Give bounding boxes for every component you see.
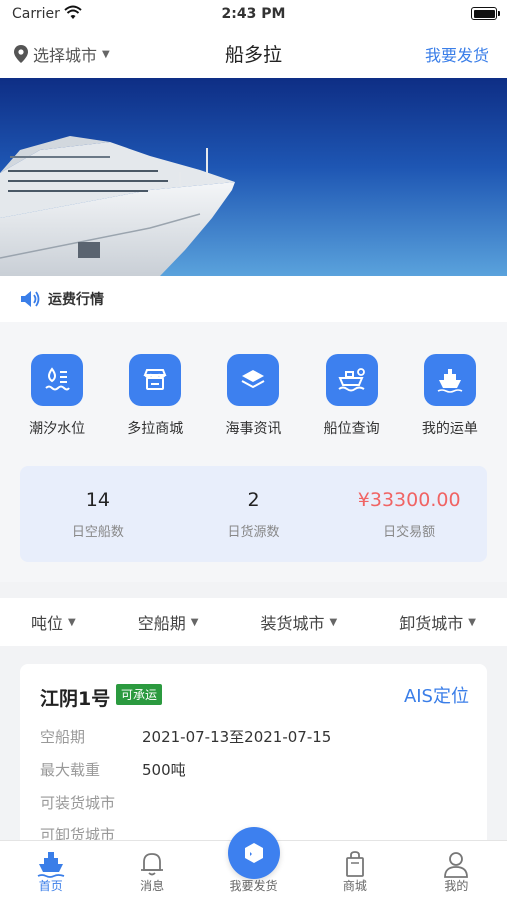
chevron-down-icon: ▼	[68, 616, 76, 628]
menu-my-waybill[interactable]: 我的运单	[405, 354, 495, 438]
freight-label: 运费行情	[48, 292, 104, 308]
stat-label: 日货源数	[227, 524, 280, 540]
chevron-down-icon: ▼	[329, 616, 338, 628]
cruise-ship-illustration	[0, 136, 235, 276]
waybill-tile	[423, 354, 476, 406]
tab-mall[interactable]: 商城	[304, 841, 405, 900]
ship-goods-fab[interactable]	[227, 827, 280, 879]
banner-cruise-ship[interactable]	[0, 78, 507, 276]
box-icon	[244, 843, 263, 863]
stat-empty-ships[interactable]: 14 日空船数	[20, 466, 176, 562]
waybill-icon	[437, 369, 463, 393]
stat-label: 日交易额	[383, 524, 436, 540]
freight-ticker[interactable]: 运费行情	[0, 276, 507, 322]
location-pin-icon	[14, 45, 28, 63]
filter-label: 吨位	[31, 614, 64, 633]
clock: 2:43 PM	[221, 6, 286, 22]
info-row-max-load: 最大载重 500吨	[40, 759, 186, 780]
stat-value: 2	[247, 488, 260, 511]
info-key: 可装货城市	[40, 794, 116, 812]
quick-menu: 潮汐水位 多拉商城 海事资讯 船位查询 我的运单	[0, 354, 507, 438]
chevron-down-icon: ▼	[102, 48, 110, 60]
status-bar: Carrier 2:43 PM	[0, 0, 507, 30]
ais-location-button[interactable]: AIS定位	[404, 682, 469, 708]
city-selector[interactable]: 选择城市 ▼	[14, 42, 110, 66]
filter-label: 装货城市	[260, 614, 325, 633]
status-badge: 可承运	[116, 684, 163, 705]
tab-profile[interactable]: 我的	[406, 841, 507, 900]
ship-name: 江阴1号	[40, 688, 111, 710]
tab-label: 首页	[38, 879, 63, 893]
tide-level-tile	[31, 354, 84, 406]
stat-label: 日空船数	[71, 524, 124, 540]
chevron-down-icon: ▼	[190, 616, 199, 628]
menu-label: 我的运单	[421, 421, 478, 437]
ship-position-tile	[325, 354, 378, 406]
chevron-down-icon: ▼	[468, 616, 476, 628]
info-value: 2021-07-13至2021-07-15	[142, 728, 332, 746]
city-label: 选择城市	[33, 46, 98, 65]
filter-tonnage[interactable]: 吨位 ▼	[31, 610, 76, 634]
stat-daily-turnover[interactable]: ¥33300.00 日交易额	[331, 466, 487, 562]
news-tile	[227, 354, 280, 406]
menu-ship-position[interactable]: 船位查询	[307, 354, 397, 438]
info-key: 最大载重	[40, 761, 101, 779]
menu-maritime-news[interactable]: 海事资讯	[208, 354, 298, 438]
home-ship-icon	[37, 852, 64, 878]
tab-label: 商城	[342, 879, 367, 893]
filter-empty-period[interactable]: 空船期 ▼	[138, 610, 199, 634]
tab-label: 消息	[140, 879, 165, 893]
menu-label: 船位查询	[323, 421, 380, 437]
stat-value: 14	[85, 488, 110, 511]
tab-messages[interactable]: 消息	[101, 841, 202, 900]
menu-label: 多拉商城	[127, 421, 184, 437]
shopping-bag-icon	[346, 851, 364, 877]
menu-mall[interactable]: 多拉商城	[110, 354, 200, 438]
bell-icon	[141, 853, 164, 876]
menu-label: 海事资讯	[225, 421, 282, 437]
tab-ship-goods[interactable]: 我要发货	[203, 827, 304, 900]
info-value: 500吨	[142, 761, 186, 779]
bottom-tab-bar: 首页 消息 我要发货 商城 我的	[0, 827, 507, 900]
filter-loading-city[interactable]: 装货城市 ▼	[261, 610, 338, 634]
filter-label: 卸货城市	[399, 614, 464, 633]
filter-unloading-city[interactable]: 卸货城市 ▼	[399, 610, 476, 634]
battery-icon	[471, 7, 500, 20]
info-key: 空船期	[40, 728, 86, 746]
quick-menu-section: 潮汐水位 多拉商城 海事资讯 船位查询 我的运单 14 日空船数 2 日货源数 …	[0, 322, 507, 582]
user-icon	[444, 852, 469, 878]
tide-level-icon	[45, 367, 70, 391]
menu-tide-level[interactable]: 潮汐水位	[12, 354, 102, 438]
info-row-loading-cities: 可装货城市	[40, 792, 142, 813]
news-icon	[241, 370, 265, 389]
tab-home[interactable]: 首页	[0, 841, 101, 900]
mall-icon	[143, 369, 167, 390]
speaker-icon	[21, 291, 40, 307]
filter-bar: 吨位 ▼ 空船期 ▼ 装货城市 ▼ 卸货城市 ▼	[0, 598, 507, 646]
daily-stats-panel: 14 日空船数 2 日货源数 ¥33300.00 日交易额	[20, 466, 487, 562]
mall-tile	[129, 354, 182, 406]
menu-label: 潮汐水位	[29, 421, 86, 437]
ship-goods-button[interactable]: 我要发货	[425, 42, 489, 66]
info-row-empty-period: 空船期 2021-07-13至2021-07-15	[40, 726, 331, 747]
ship-position-icon	[338, 368, 365, 392]
filter-label: 空船期	[137, 614, 186, 633]
tab-label: 我要发货	[229, 879, 278, 893]
tab-label: 我的	[444, 879, 469, 893]
stat-cargo-sources[interactable]: 2 日货源数	[176, 466, 332, 562]
nav-bar: 选择城市 ▼ 船多拉 我要发货	[0, 30, 507, 78]
stat-value: ¥33300.00	[357, 488, 461, 511]
